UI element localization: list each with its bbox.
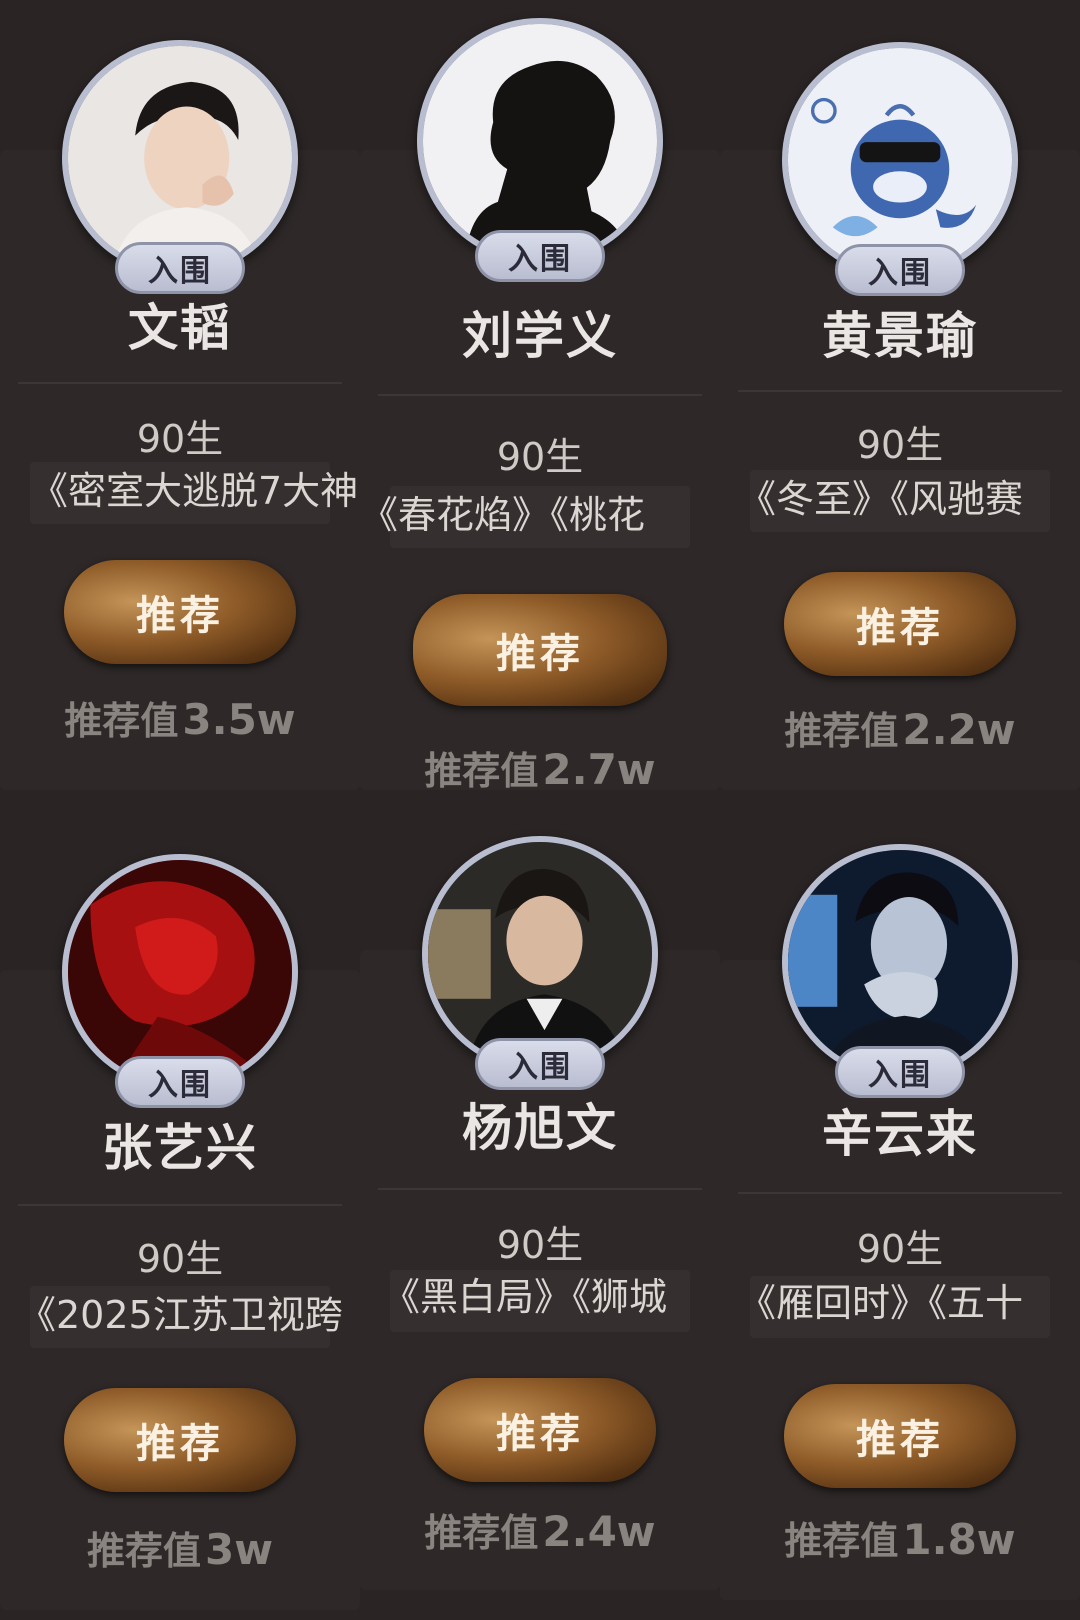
candidate-name: 文韬 [128, 299, 232, 357]
candidate-name: 黄景瑜 [822, 307, 978, 365]
man-portrait-light-icon [68, 46, 292, 270]
recommend-value-number: 3.5w [182, 695, 296, 744]
recommend-value-number: 2.2w [902, 705, 1016, 754]
man-portrait-suit-icon [428, 842, 652, 1066]
recommend-button[interactable]: 推荐 [64, 560, 296, 664]
divider [378, 394, 702, 396]
shortlisted-badge: 入围 [475, 1038, 605, 1090]
birth-year: 90生 [496, 435, 584, 479]
recommend-button[interactable]: 推荐 [64, 1388, 296, 1492]
works-list: 《黑白局》《狮城 [382, 1275, 668, 1319]
works-list: 《冬至》《风驰赛 [738, 477, 1024, 521]
avatar-wrap[interactable]: 入围 [782, 844, 1018, 1098]
recommend-value: 推荐值3.5w [0, 690, 360, 745]
avatar[interactable] [782, 844, 1018, 1080]
shortlisted-badge: 入围 [115, 242, 245, 294]
cartoon-whale-icon [788, 48, 1012, 272]
birth-year: 90生 [856, 1227, 944, 1271]
shortlisted-badge: 入围 [835, 1046, 965, 1098]
recommend-value-number: 2.4w [542, 1507, 656, 1556]
red-portrait-icon [68, 860, 292, 1084]
birth-year: 90生 [496, 1223, 584, 1267]
candidate-name: 刘学义 [462, 307, 618, 365]
candidate-card: 入围 刘学义 90生 《春花焰》《桃花 推荐 推荐值2.7w [360, 0, 720, 810]
candidate-grid: 入围 文韬 90生 《密室大逃脱7大神 推荐 推荐值3.5w 入围 刘学义 90… [0, 0, 1080, 1620]
avatar[interactable] [422, 836, 658, 1072]
recommend-value-number: 3w [204, 1525, 274, 1574]
avatar[interactable] [417, 18, 663, 264]
divider [18, 1204, 342, 1206]
recommend-button[interactable]: 推荐 [784, 572, 1016, 676]
candidate-name: 辛云来 [822, 1105, 978, 1163]
recommend-button[interactable]: 推荐 [413, 594, 667, 706]
divider [18, 382, 342, 384]
recommend-button[interactable]: 推荐 [424, 1378, 656, 1482]
shortlisted-badge: 入围 [115, 1056, 245, 1108]
divider [378, 1188, 702, 1190]
birth-year: 90生 [136, 1237, 224, 1281]
recommend-value: 推荐值2.2w [720, 700, 1080, 755]
recommend-value-label: 推荐值 [784, 1519, 899, 1563]
recommend-button[interactable]: 推荐 [784, 1384, 1016, 1488]
avatar[interactable] [782, 42, 1018, 278]
recommend-value-label: 推荐值 [784, 709, 899, 753]
avatar-wrap[interactable]: 入围 [62, 40, 298, 294]
avatar[interactable] [62, 40, 298, 276]
recommend-value-label: 推荐值 [64, 699, 179, 743]
avatar-wrap[interactable]: 入围 [62, 854, 298, 1108]
shortlisted-badge: 入围 [475, 230, 605, 282]
candidate-card: 入围 文韬 90生 《密室大逃脱7大神 推荐 推荐值3.5w [0, 0, 360, 810]
candidate-card: 入围 辛云来 90生 《雁回时》《五十 推荐 推荐值1.8w [720, 810, 1080, 1620]
works-list: 《密室大逃脱7大神 [30, 469, 359, 513]
birth-year: 90生 [856, 423, 944, 467]
candidate-name: 张艺兴 [102, 1119, 258, 1177]
recommend-value-label: 推荐值 [424, 749, 539, 793]
candidate-name: 杨旭文 [462, 1099, 618, 1157]
recommend-value-number: 1.8w [902, 1515, 1016, 1564]
avatar-wrap[interactable]: 入围 [782, 42, 1018, 296]
recommend-value: 推荐值2.4w [360, 1502, 720, 1557]
avatar-wrap[interactable]: 入围 [422, 836, 658, 1090]
man-silhouette-icon [423, 24, 657, 258]
recommend-value: 推荐值1.8w [720, 1510, 1080, 1565]
works-list: 《雁回时》《五十 [738, 1281, 1024, 1325]
recommend-value-label: 推荐值 [424, 1511, 539, 1555]
candidate-card: 入围 杨旭文 90生 《黑白局》《狮城 推荐 推荐值2.4w [360, 810, 720, 1620]
man-portrait-blue-icon [788, 850, 1012, 1074]
works-list: 《春花焰》《桃花 [360, 493, 646, 537]
shortlisted-badge: 入围 [835, 244, 965, 296]
birth-year: 90生 [136, 417, 224, 461]
works-list: 《2025江苏卫视跨 [18, 1293, 343, 1337]
recommend-value: 推荐值2.7w [360, 740, 720, 795]
recommend-value-number: 2.7w [542, 745, 656, 794]
divider [738, 1192, 1062, 1194]
divider [738, 390, 1062, 392]
recommend-value-label: 推荐值 [86, 1529, 201, 1573]
avatar-wrap[interactable]: 入围 [417, 18, 663, 282]
candidate-card: 入围 黄景瑜 90生 《冬至》《风驰赛 推荐 推荐值2.2w [720, 0, 1080, 810]
avatar[interactable] [62, 854, 298, 1090]
recommend-value: 推荐值3w [0, 1520, 360, 1575]
candidate-card: 入围 张艺兴 90生 《2025江苏卫视跨 推荐 推荐值3w [0, 810, 360, 1620]
